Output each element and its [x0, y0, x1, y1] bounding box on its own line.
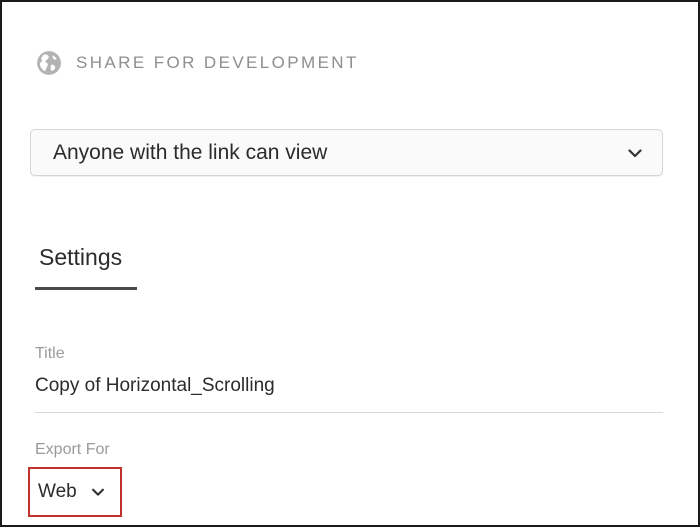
chevron-down-icon — [628, 148, 642, 157]
title-field[interactable]: Copy of Horizontal_Scrolling — [35, 375, 275, 397]
title-field-label: Title — [35, 345, 65, 362]
link-access-value: Anyone with the link can view — [53, 140, 328, 164]
chevron-down-icon — [91, 488, 104, 496]
share-header: SHARE FOR DEVELOPMENT — [36, 49, 359, 77]
export-for-value: Web — [38, 481, 77, 502]
title-field-underline — [35, 412, 663, 413]
link-access-dropdown[interactable]: Anyone with the link can view — [30, 129, 663, 176]
tab-settings[interactable]: Settings — [35, 238, 137, 290]
share-title: SHARE FOR DEVELOPMENT — [76, 53, 359, 72]
export-for-label: Export For — [35, 441, 110, 458]
export-for-dropdown[interactable]: Web — [28, 467, 122, 517]
tab-settings-label: Settings — [39, 244, 123, 270]
share-panel: SHARE FOR DEVELOPMENT Anyone with the li… — [0, 0, 700, 527]
globe-icon — [37, 51, 61, 75]
